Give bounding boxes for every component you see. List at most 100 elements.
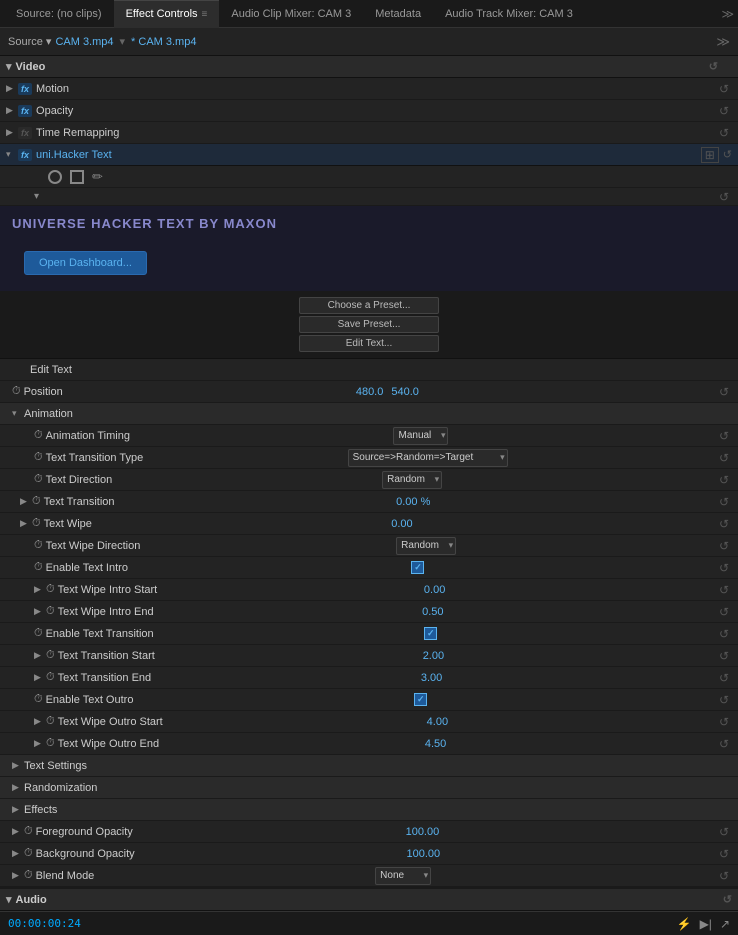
transition-type-dropdown[interactable]: Source=>Random=>Target None <box>348 449 508 467</box>
intro-end-arrow[interactable]: ▶ <box>34 606 44 617</box>
tab-audio-clip-mixer[interactable]: Audio Clip Mixer: CAM 3 <box>219 0 363 28</box>
wipe-dir-reset[interactable]: ↺ <box>716 539 732 553</box>
position-x-value[interactable]: 480.0 <box>356 386 384 398</box>
rectangle-icon[interactable] <box>70 170 84 184</box>
sub-expand-reset[interactable]: ↺ <box>716 190 732 204</box>
hacker-text-reset[interactable]: ↺ <box>723 148 732 161</box>
time-remapping-reset[interactable]: ↺ <box>716 126 732 140</box>
wipe-intro-start-value[interactable]: 0.00 <box>424 584 445 596</box>
outro-start-stopwatch[interactable]: ⏱ <box>46 715 55 728</box>
motion-reset[interactable]: ↺ <box>716 82 732 96</box>
direction-stopwatch[interactable]: ⏱ <box>34 473 43 486</box>
sub-expand-arrow[interactable]: ▾ <box>34 191 39 202</box>
intro-start-stopwatch[interactable]: ⏱ <box>46 583 55 596</box>
trans-end-reset[interactable]: ↺ <box>716 671 732 685</box>
trans-start-stopwatch[interactable]: ⏱ <box>46 649 55 662</box>
play-to-icon[interactable]: ▶| <box>700 917 712 931</box>
wipe-intro-end-value[interactable]: 0.50 <box>422 606 443 618</box>
panel-menu-icon[interactable]: ≫ <box>721 7 734 21</box>
outro-end-arrow[interactable]: ▶ <box>34 738 44 749</box>
outro-end-reset[interactable]: ↺ <box>716 737 732 751</box>
hacker-mask-icon[interactable]: ⊞ <box>701 147 719 163</box>
trans-start-reset[interactable]: ↺ <box>716 649 732 663</box>
outro-stopwatch[interactable]: ⏱ <box>34 693 43 706</box>
blend-mode-arrow[interactable]: ▶ <box>12 870 22 881</box>
position-y-value[interactable]: 540.0 <box>391 386 419 398</box>
timing-stopwatch[interactable]: ⏱ <box>34 429 43 442</box>
animation-expand-arrow[interactable]: ▾ <box>12 408 22 419</box>
timing-reset[interactable]: ↺ <box>716 429 732 443</box>
enable-trans-stopwatch[interactable]: ⏱ <box>34 627 43 640</box>
text-wipe-arrow[interactable]: ▶ <box>20 518 30 529</box>
trans-type-stopwatch[interactable]: ⏱ <box>34 451 43 464</box>
enable-transition-checkbox[interactable] <box>424 627 437 640</box>
intro-end-reset[interactable]: ↺ <box>716 605 732 619</box>
transition-type-select[interactable]: Source=>Random=>Target None <box>348 449 508 467</box>
video-section-reset[interactable]: ↺ <box>709 60 718 73</box>
motion-expand-arrow[interactable]: ▶ <box>6 83 16 94</box>
wipe-direction-select[interactable]: Random Left <box>396 537 456 555</box>
tab-metadata[interactable]: Metadata <box>363 0 433 28</box>
outro-enable-reset[interactable]: ↺ <box>716 693 732 707</box>
trans-type-reset[interactable]: ↺ <box>716 451 732 465</box>
intro-stopwatch[interactable]: ⏱ <box>34 561 43 574</box>
outro-start-value[interactable]: 4.00 <box>427 716 448 728</box>
ellipse-icon[interactable] <box>48 170 62 184</box>
open-dashboard-button[interactable]: Open Dashboard... <box>24 251 147 275</box>
position-stopwatch[interactable]: ⏱ <box>12 385 21 398</box>
trans-end-arrow[interactable]: ▶ <box>34 672 44 683</box>
enable-intro-checkbox[interactable] <box>411 561 424 574</box>
trans-enable-reset[interactable]: ↺ <box>716 627 732 641</box>
intro-start-arrow[interactable]: ▶ <box>34 584 44 595</box>
position-reset[interactable]: ↺ <box>716 385 732 399</box>
effects-sub-arrow[interactable]: ▶ <box>12 804 22 815</box>
foreground-opacity-value[interactable]: 100.00 <box>406 826 440 838</box>
opacity-reset[interactable]: ↺ <box>716 104 732 118</box>
transition-start-value[interactable]: 2.00 <box>423 650 444 662</box>
trans-start-arrow[interactable]: ▶ <box>34 650 44 661</box>
text-transition-value[interactable]: 0.00 % <box>396 496 430 508</box>
blend-reset[interactable]: ↺ <box>716 869 732 883</box>
export-icon[interactable]: ↗ <box>720 917 730 931</box>
direction-reset[interactable]: ↺ <box>716 473 732 487</box>
fg-opacity-stopwatch[interactable]: ⏱ <box>24 825 33 838</box>
text-wipe-stopwatch[interactable]: ⏱ <box>32 517 41 530</box>
video-collapse-arrow[interactable]: ▾ <box>6 60 12 73</box>
outro-end-stopwatch[interactable]: ⏱ <box>46 737 55 750</box>
intro-enable-reset[interactable]: ↺ <box>716 561 732 575</box>
blend-stopwatch[interactable]: ⏱ <box>24 869 33 882</box>
source-clip-name[interactable]: CAM 3.mp4 <box>55 36 113 48</box>
fg-opacity-arrow[interactable]: ▶ <box>12 826 22 837</box>
wipe-dir-stopwatch[interactable]: ⏱ <box>34 539 43 552</box>
outro-end-value[interactable]: 4.50 <box>425 738 446 750</box>
panel-options-icon[interactable]: ≫ <box>716 34 730 50</box>
text-trans-reset[interactable]: ↺ <box>716 495 732 509</box>
time-remapping-expand-arrow[interactable]: ▶ <box>6 127 16 138</box>
text-trans-stopwatch[interactable]: ⏱ <box>32 495 41 508</box>
bg-opacity-reset[interactable]: ↺ <box>716 847 732 861</box>
transition-end-value[interactable]: 3.00 <box>421 672 442 684</box>
tab-effect-controls[interactable]: Effect Controls ≡ <box>114 0 220 28</box>
text-direction-select[interactable]: Random Left Right <box>382 471 442 489</box>
tab-source[interactable]: Source: (no clips) <box>4 0 114 28</box>
text-wipe-reset[interactable]: ↺ <box>716 517 732 531</box>
text-settings-arrow[interactable]: ▶ <box>12 760 22 771</box>
randomization-arrow[interactable]: ▶ <box>12 782 22 793</box>
outro-start-reset[interactable]: ↺ <box>716 715 732 729</box>
bg-opacity-arrow[interactable]: ▶ <box>12 848 22 859</box>
wipe-direction-dropdown[interactable]: Random Left <box>396 537 456 555</box>
intro-start-reset[interactable]: ↺ <box>716 583 732 597</box>
choose-preset-button[interactable]: Choose a Preset... <box>299 297 439 314</box>
blend-mode-select[interactable]: None Normal Multiply <box>375 867 431 885</box>
animation-timing-select[interactable]: Manual Auto <box>393 427 448 445</box>
tab-audio-track-mixer[interactable]: Audio Track Mixer: CAM 3 <box>433 0 585 28</box>
intro-end-stopwatch[interactable]: ⏱ <box>46 605 55 618</box>
save-preset-button[interactable]: Save Preset... <box>299 316 439 333</box>
filter-icon[interactable]: ⚡ <box>677 917 692 931</box>
enable-outro-checkbox[interactable] <box>414 693 427 706</box>
edit-text-button[interactable]: Edit Text... <box>299 335 439 352</box>
audio-section-reset[interactable]: ↺ <box>723 893 732 906</box>
fg-opacity-reset[interactable]: ↺ <box>716 825 732 839</box>
background-opacity-value[interactable]: 100.00 <box>407 848 441 860</box>
animation-timing-dropdown[interactable]: Manual Auto <box>393 427 448 445</box>
